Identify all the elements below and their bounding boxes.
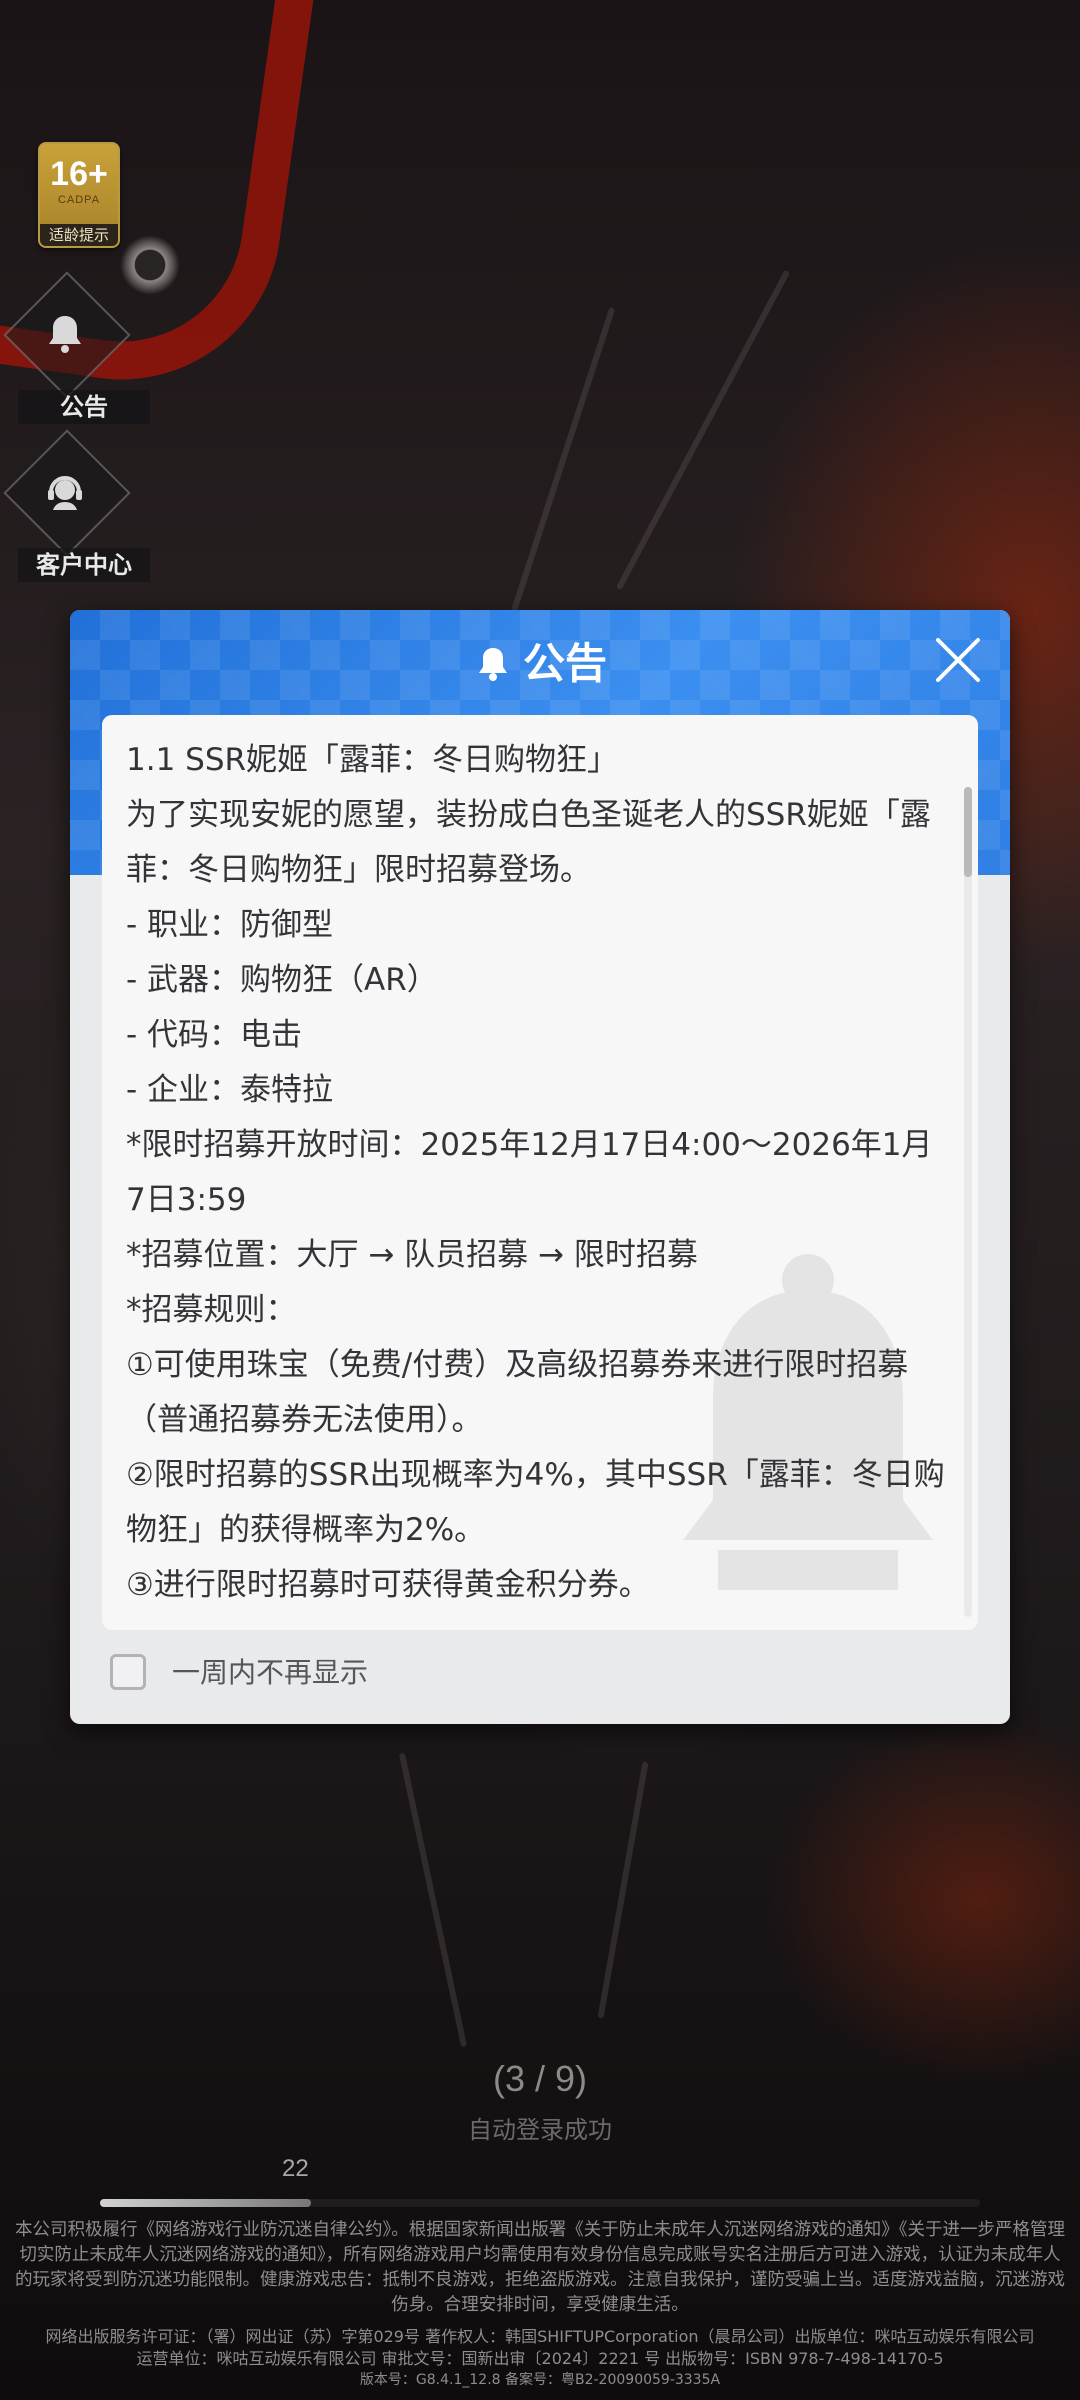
announcement-content-panel[interactable]: 1.1 SSR妮姬「露菲：冬日购物狂」 为了实现安妮的愿望，装扮成白色圣诞老人的… <box>102 715 978 1630</box>
content-line: - 代码：电击 <box>126 1017 303 1053</box>
operator-info: 运营单位：咪咕互动娱乐有限公司 审批文号：国新出审〔2024〕2221 号 出版… <box>136 2349 944 2368</box>
anti-addiction-notice: 本公司积极履行《网络游戏行业防沉迷自律公约》。根据国家新闻出版署《关于防止未成年… <box>15 2220 1065 2315</box>
content-line: - 企业：泰特拉 <box>126 1072 334 1108</box>
customer-center-button[interactable]: 客户中心 <box>0 429 150 588</box>
age-rating-badge[interactable]: 16+ CADPA 适龄提示 <box>38 142 120 248</box>
hide-week-checkbox[interactable] <box>110 1654 146 1690</box>
content-line: *限时招募开放时间：2025年12月17日4:00～2026年1月7日3:59 <box>126 1127 933 1218</box>
content-line: ①可使用珠宝（免费/付费）及高级招募券来进行限时招募（普通招募券无法使用）。 <box>126 1347 909 1438</box>
background-hair-stroke <box>398 1752 468 2048</box>
legal-footer: 本公司积极履行《网络游戏行业防沉迷自律公约》。根据国家新闻出版署《关于防止未成年… <box>14 2218 1066 2390</box>
login-status-text: 自动登录成功 <box>468 2116 612 2144</box>
notice-button[interactable]: 公告 <box>0 271 150 430</box>
loading-step-counter: (3 / 9) <box>492 2058 588 2099</box>
customer-center-label: 客户中心 <box>18 548 150 582</box>
scrollbar-thumb[interactable] <box>964 787 972 877</box>
age-rating-number: 16+ <box>50 155 108 193</box>
screen: { "hud": { "age_rating": "16+", "age_org… <box>0 0 1080 2400</box>
dialog-title-text: 公告 <box>522 639 607 688</box>
background-hair-stroke <box>597 1761 649 2019</box>
content-line: 1.1 SSR妮姬「露菲：冬日购物狂」 <box>126 742 619 778</box>
background-hair-stroke <box>615 269 791 591</box>
content-line: *招募位置：大厅 → 队员招募 → 限时招募 <box>126 1237 698 1273</box>
loading-progress-fill <box>100 2199 312 2207</box>
content-line: - 武器：购物狂（AR） <box>126 962 438 998</box>
scrollbar-track[interactable] <box>964 787 972 1617</box>
background-hair-stroke <box>510 306 616 614</box>
headset-icon <box>48 476 82 510</box>
bell-icon <box>49 316 81 353</box>
age-rating-org: CADPA <box>57 194 101 206</box>
license-info: 网络出版服务许可证：（署）网出证（苏）字第029号 著作权人：韩国SHIFTUP… <box>45 2327 1035 2346</box>
age-rating-tip: 适龄提示 <box>40 224 118 246</box>
notice-label: 公告 <box>18 390 150 424</box>
content-line: - 职业：防御型 <box>126 907 334 943</box>
dialog-title: 公告 <box>70 634 1010 694</box>
version-info: 版本号：G8.4.1_12.8 备案号：粤B2-20090059-3335A <box>359 2372 721 2388</box>
announcement-text: 1.1 SSR妮姬「露菲：冬日购物狂」 为了实现安妮的愿望，装扮成白色圣诞老人的… <box>126 733 946 1613</box>
content-line: ③进行限时招募时可获得黄金积分券。 <box>126 1567 650 1603</box>
loading-progress-track <box>100 2199 980 2207</box>
content-line: 为了实现安妮的愿望，装扮成白色圣诞老人的SSR妮姬「露菲：冬日购物狂」限时招募登… <box>126 797 931 888</box>
content-line: ②限时招募的SSR出现概率为4%，其中SSR「露菲：冬日购物狂」的获得概率为2%… <box>126 1457 945 1548</box>
close-icon[interactable] <box>932 634 984 686</box>
content-line: *招募规则： <box>126 1292 297 1328</box>
bell-icon <box>478 648 507 681</box>
loading-number: 22 <box>282 2155 309 2182</box>
hide-week-label: 一周内不再显示 <box>172 1656 369 1689</box>
announcement-dialog: 公告 1.1 SSR妮姬「露菲：冬日购物狂」 为了实现安妮的愿望，装扮成白色圣诞… <box>70 610 1010 1724</box>
